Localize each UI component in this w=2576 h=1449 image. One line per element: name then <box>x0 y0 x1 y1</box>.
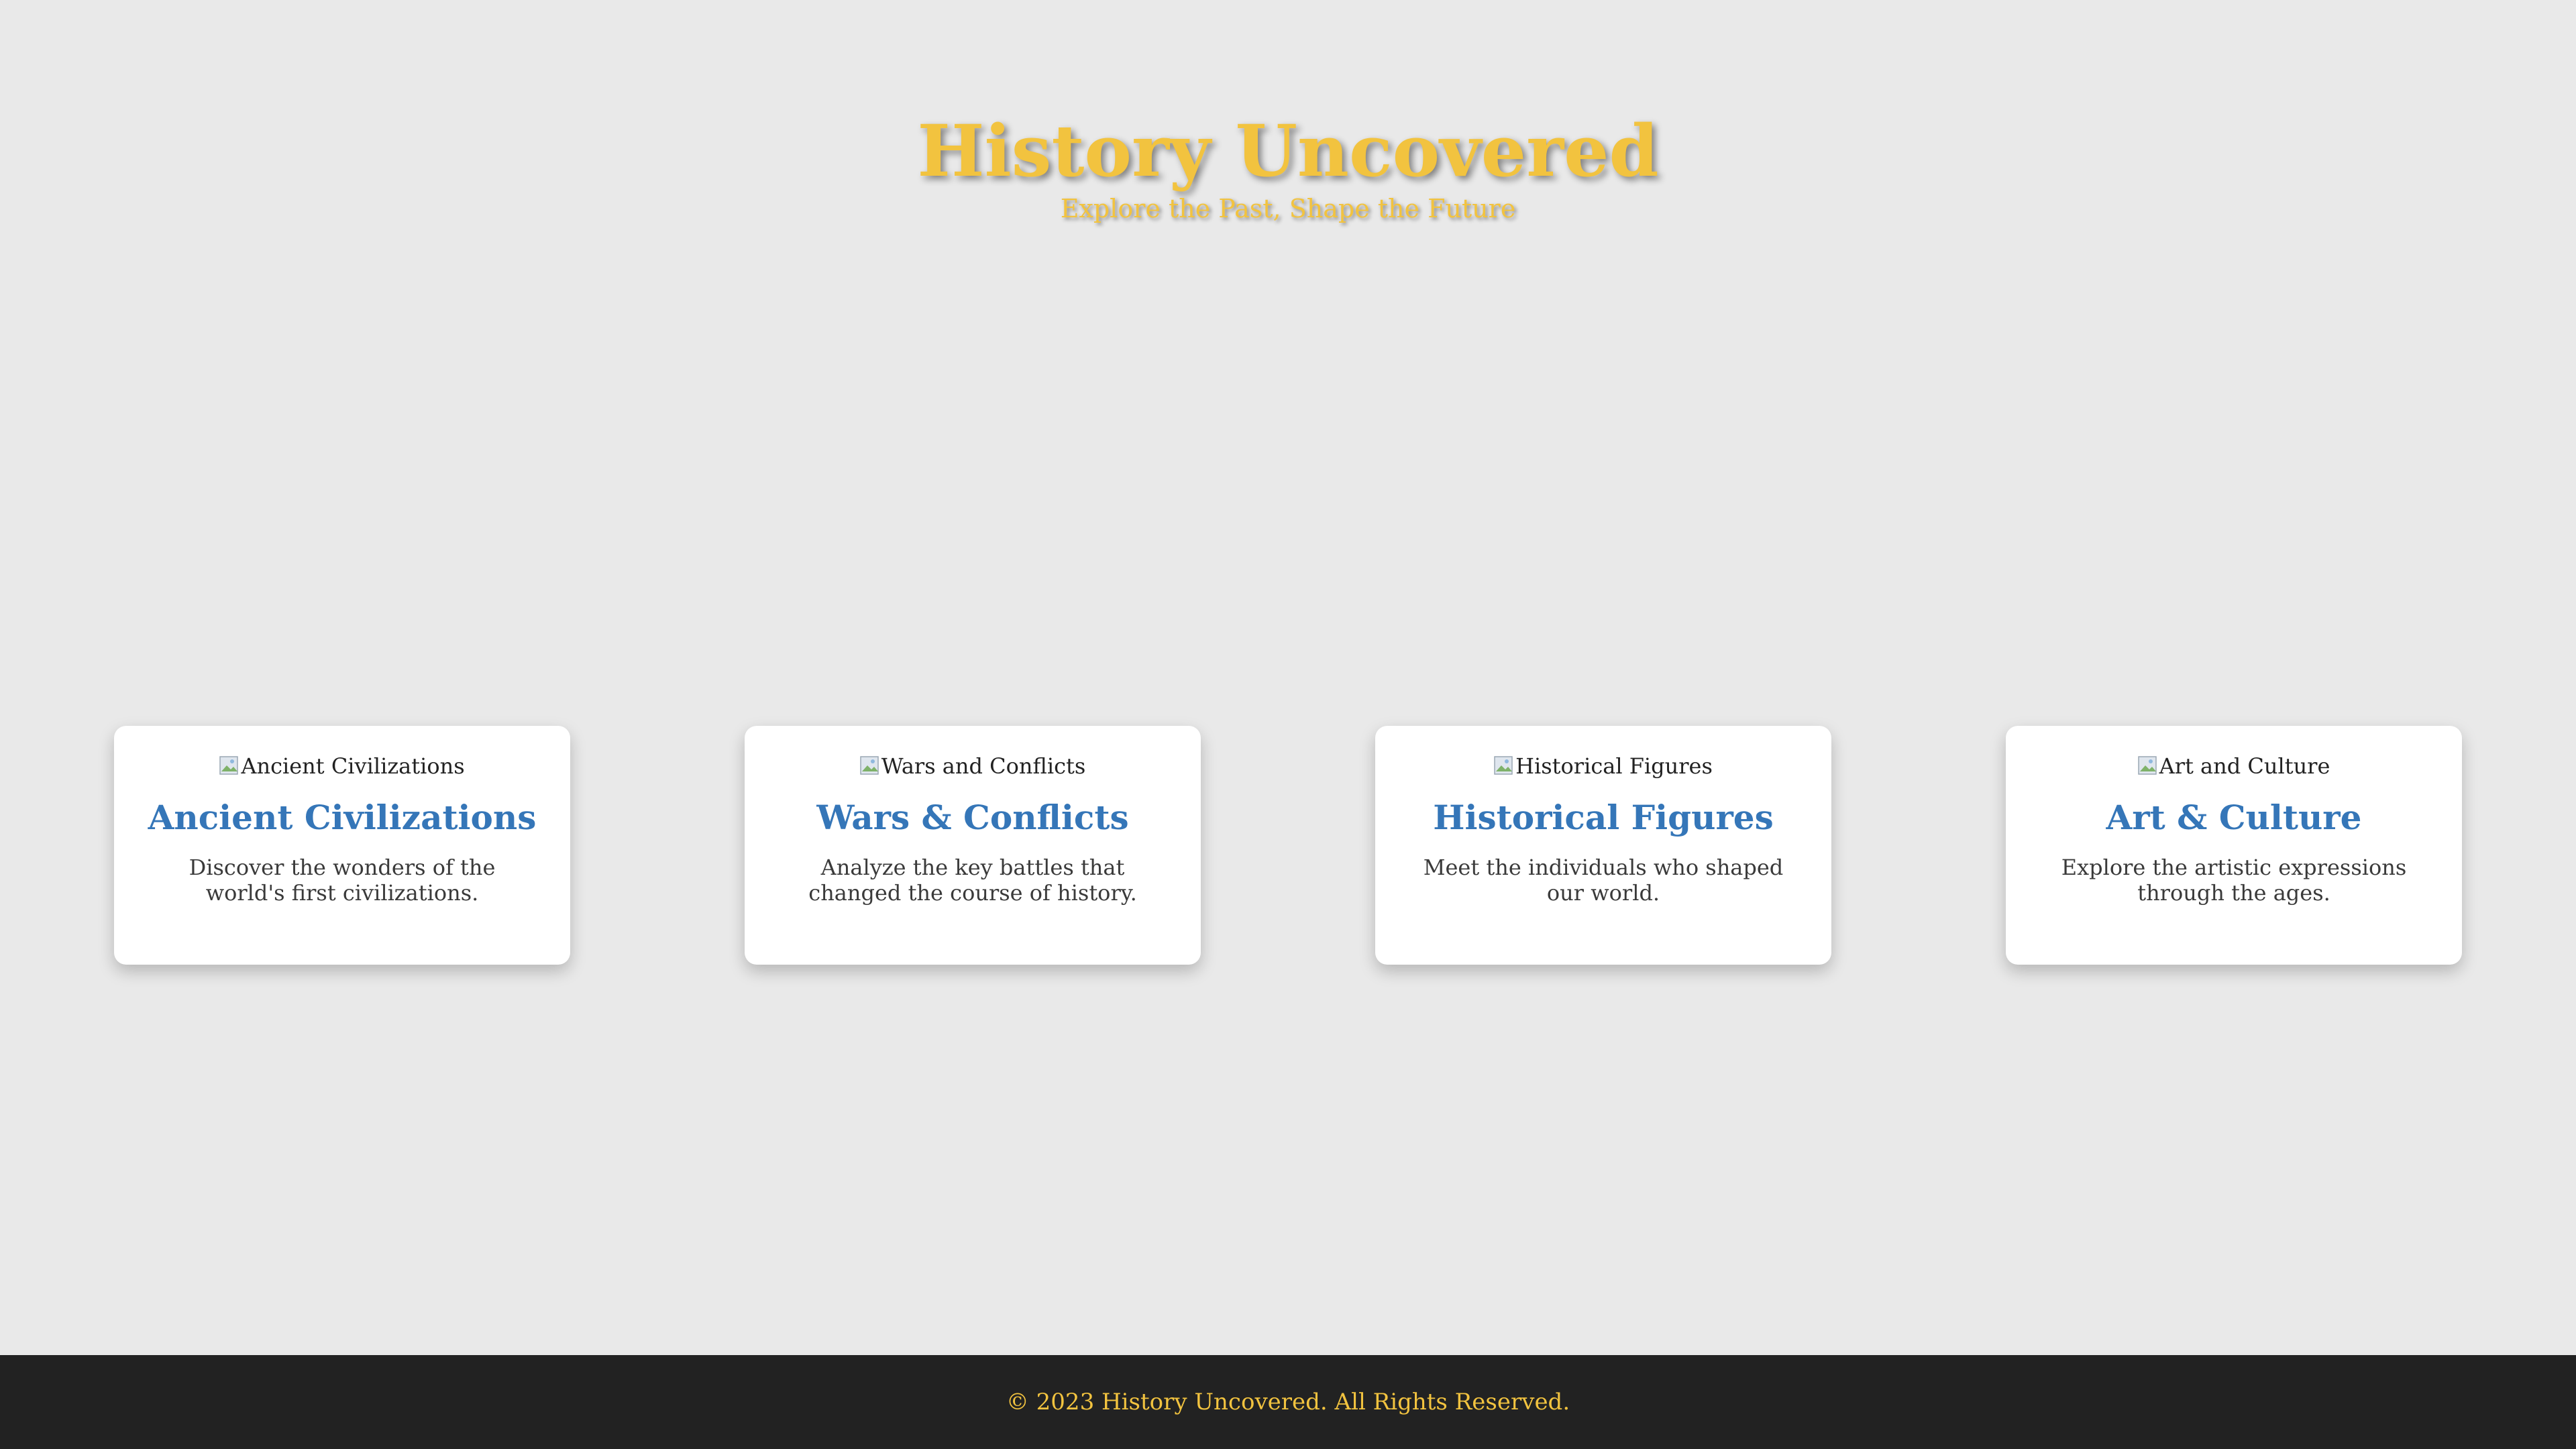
card-description: Explore the artistic expressions through… <box>2061 855 2407 906</box>
broken-image-icon <box>2137 756 2157 775</box>
broken-image-icon <box>1494 756 1513 775</box>
card-image: Historical Figures <box>1409 753 1798 780</box>
card-image: Ancient Civilizations <box>148 753 537 780</box>
card-wars-conflicts[interactable]: Wars and Conflicts Wars & Conflicts Anal… <box>745 726 1201 965</box>
broken-image-icon <box>219 756 239 775</box>
card-description: Meet the individuals who shaped our worl… <box>1423 855 1784 906</box>
card-historical-figures[interactable]: Historical Figures Historical Figures Me… <box>1375 726 1831 965</box>
broken-image-icon <box>859 756 879 775</box>
card-title[interactable]: Wars & Conflicts <box>778 797 1167 839</box>
site-title: History Uncovered <box>917 109 1659 193</box>
card-image-alt-text: Art and Culture <box>2159 753 2330 779</box>
card-image: Wars and Conflicts <box>778 753 1167 780</box>
card-title[interactable]: Art & Culture <box>2039 797 2428 839</box>
card-description: Discover the wonders of the world's firs… <box>189 855 496 906</box>
card-image: Art and Culture <box>2039 753 2428 780</box>
copyright-text: © 2023 History Uncovered. All Rights Res… <box>1006 1389 1570 1415</box>
card-description: Analyze the key battles that changed the… <box>808 855 1137 906</box>
card-art-culture[interactable]: Art and Culture Art & Culture Explore th… <box>2006 726 2462 965</box>
card-title[interactable]: Historical Figures <box>1409 797 1798 839</box>
topic-cards: Ancient Civilizations Ancient Civilizati… <box>0 726 2576 965</box>
card-image-alt-text: Historical Figures <box>1515 753 1713 779</box>
card-title[interactable]: Ancient Civilizations <box>148 797 537 839</box>
card-image-alt-text: Wars and Conflicts <box>881 753 1086 779</box>
card-ancient-civilizations[interactable]: Ancient Civilizations Ancient Civilizati… <box>114 726 570 965</box>
card-image-alt-text: Ancient Civilizations <box>241 753 465 779</box>
site-subtitle: Explore the Past, Shape the Future <box>1060 194 1516 223</box>
site-footer: © 2023 History Uncovered. All Rights Res… <box>0 1355 2576 1449</box>
